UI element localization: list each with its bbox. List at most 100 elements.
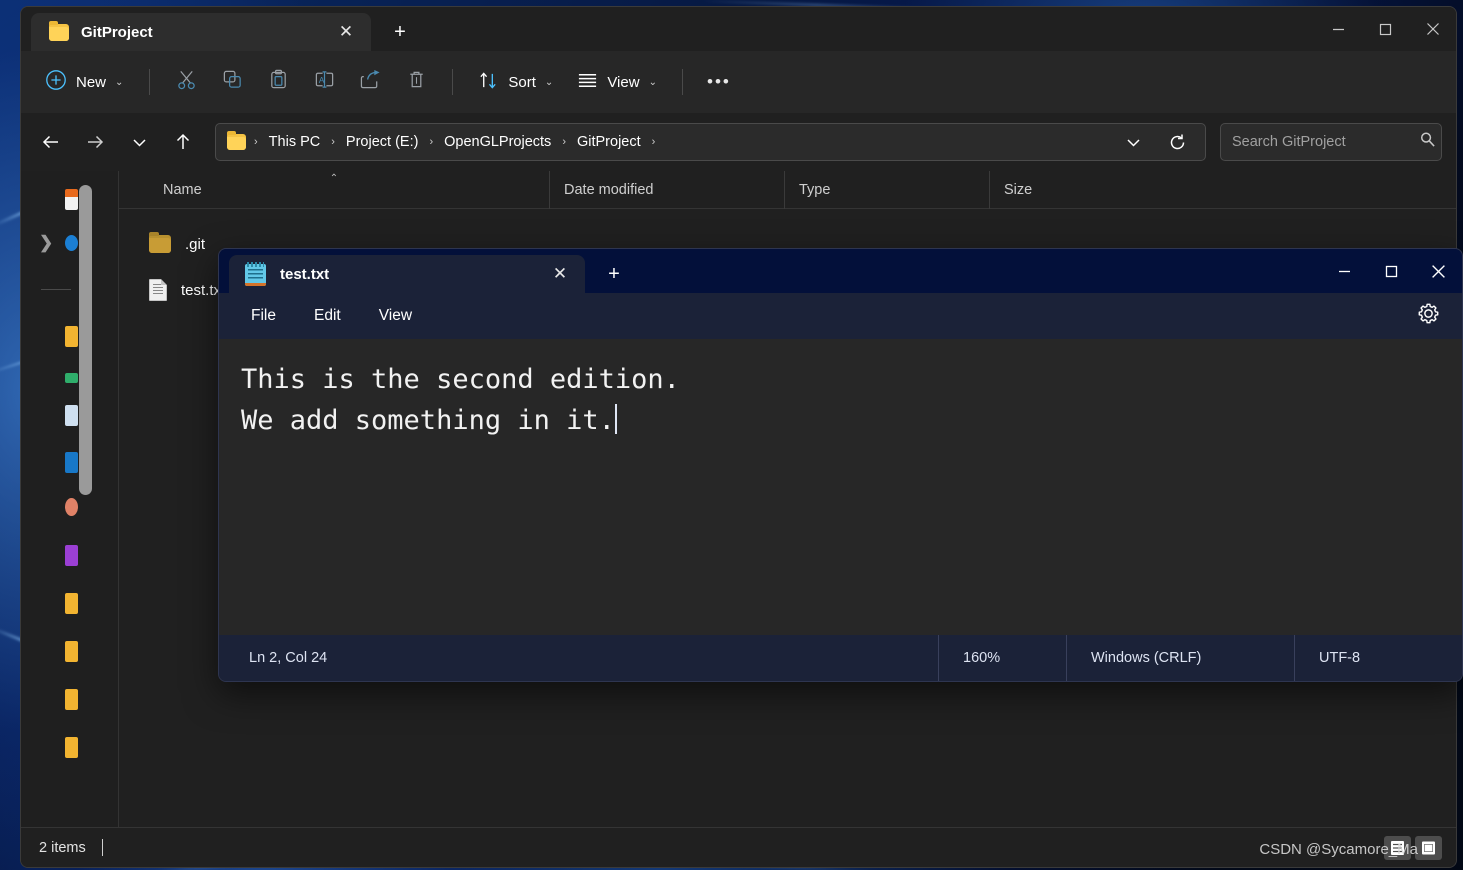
toolbar-divider [681,69,683,95]
new-button[interactable]: New ⌄ [35,62,135,102]
breadcrumb-item-project-e[interactable]: Project (E:) [339,130,426,154]
nav-icon-partial [65,189,78,210]
search-box[interactable] [1220,123,1442,161]
column-header-name-label: Name [163,181,202,198]
folder-icon [149,232,171,253]
view-button[interactable]: View ⌄ [566,63,668,102]
ellipsis-icon: ••• [707,72,731,91]
line-ending-label[interactable]: Windows (CRLF) [1066,635,1294,681]
chevron-down-icon: ⌄ [544,76,554,88]
svg-text:A: A [319,75,325,85]
maximize-icon[interactable] [1362,7,1409,51]
minimize-icon[interactable] [1321,249,1368,293]
sort-button[interactable]: Sort ⌄ [467,63,564,102]
notepad-text-area[interactable]: This is the second edition. We add somet… [219,339,1462,635]
explorer-tab-label: GitProject [81,23,153,41]
nav-icon-partial [65,498,78,516]
breadcrumb-item-openglprojects[interactable]: OpenGLProjects [437,130,558,154]
recent-locations-button[interactable] [119,123,159,161]
new-tab-button[interactable]: + [385,18,415,46]
folder-icon [49,20,69,41]
copy-button[interactable] [210,63,254,101]
text-caret [614,404,617,434]
notepad-menu-bar: File Edit View [219,293,1462,339]
new-button-label: New [76,73,107,91]
gear-icon[interactable] [1417,302,1440,330]
up-button[interactable] [163,123,203,161]
see-more-button[interactable]: ••• [697,63,741,101]
breadcrumb[interactable]: › This PC › Project (E:) › OpenGLProject… [215,123,1206,161]
zoom-level-label[interactable]: 160% [938,635,1066,681]
paste-button[interactable] [256,63,300,101]
nav-icon-partial [65,452,78,473]
back-button[interactable] [31,123,71,161]
notepad-new-tab-button[interactable]: + [599,260,629,288]
menu-file[interactable]: File [237,301,290,331]
breadcrumb-item-gitproject[interactable]: GitProject [570,130,648,154]
nav-pane-divider [41,289,71,290]
column-header-size[interactable]: Size [989,171,1124,209]
sort-arrows-icon [478,70,499,95]
folder-icon [227,131,246,150]
item-count-label: 2 items [39,839,86,856]
explorer-tab-gitproject[interactable]: GitProject ✕ [31,13,371,51]
rename-button[interactable]: A [302,63,346,101]
search-icon[interactable] [1419,131,1436,153]
toolbar-divider [149,69,151,95]
breadcrumb-separator: › [562,136,566,148]
view-button-label: View [607,73,640,91]
trash-icon [406,69,427,95]
forward-button[interactable] [75,123,115,161]
nav-icon-partial [65,641,78,662]
encoding-label[interactable]: UTF-8 [1294,635,1462,681]
nav-pane-scrollbar[interactable] [79,185,92,495]
nav-icon-partial [65,545,78,566]
close-icon[interactable] [1409,7,1456,51]
explorer-address-row: › This PC › Project (E:) › OpenGLProject… [21,113,1456,171]
notepad-tab-strip: test.txt ✕ + [219,249,1462,293]
breadcrumb-dropdown-button[interactable] [1113,124,1153,160]
navigation-pane[interactable]: ❯ [21,171,119,827]
file-list-column-headers: ⌃ Name Date modified Type Size [119,171,1456,209]
minimize-icon[interactable] [1315,7,1362,51]
maximize-icon[interactable] [1368,249,1415,293]
breadcrumb-item-this-pc[interactable]: This PC [262,130,328,154]
breadcrumb-separator: › [651,136,656,148]
explorer-window-controls [1315,7,1456,51]
menu-view[interactable]: View [365,301,426,331]
nav-icon-partial [65,373,78,383]
nav-icon-partial [65,405,78,426]
notepad-icon [245,262,266,286]
chevron-down-icon: ⌄ [115,76,124,88]
notepad-tab-test-txt[interactable]: test.txt ✕ [229,255,585,293]
document-line-2: We add something in it. [241,405,615,436]
plus-circle-icon [45,69,67,95]
explorer-status-bar: 2 items [21,827,1456,867]
breadcrumb-separator: › [429,136,434,148]
list-lines-icon [577,70,598,95]
chevron-right-icon[interactable]: ❯ [39,233,53,253]
menu-edit[interactable]: Edit [300,301,355,331]
explorer-command-bar: New ⌄ A Sort ⌄ View ⌄ ••• [21,51,1456,113]
close-icon[interactable] [1415,249,1462,293]
details-view-button[interactable] [1384,835,1411,860]
close-icon[interactable]: ✕ [545,260,575,288]
file-name-label: .git [185,235,206,253]
close-icon[interactable]: ✕ [331,18,361,46]
large-icons-view-button[interactable] [1415,835,1442,860]
cursor-position-label: Ln 2, Col 24 [249,650,328,666]
column-header-name[interactable]: ⌃ Name [119,171,549,209]
nav-icon-partial [65,235,78,251]
copy-icon [222,69,243,95]
notepad-window-controls [1321,249,1462,293]
delete-button[interactable] [394,63,438,101]
refresh-button[interactable] [1157,124,1197,160]
cut-button[interactable] [164,63,208,101]
view-toggle-group [1384,835,1442,860]
column-header-type[interactable]: Type [784,171,989,209]
column-header-date-label: Date modified [564,181,654,198]
notepad-tab-label: test.txt [280,265,330,283]
search-input[interactable] [1232,134,1419,150]
share-button[interactable] [348,63,392,101]
column-header-date-modified[interactable]: Date modified [549,171,784,209]
